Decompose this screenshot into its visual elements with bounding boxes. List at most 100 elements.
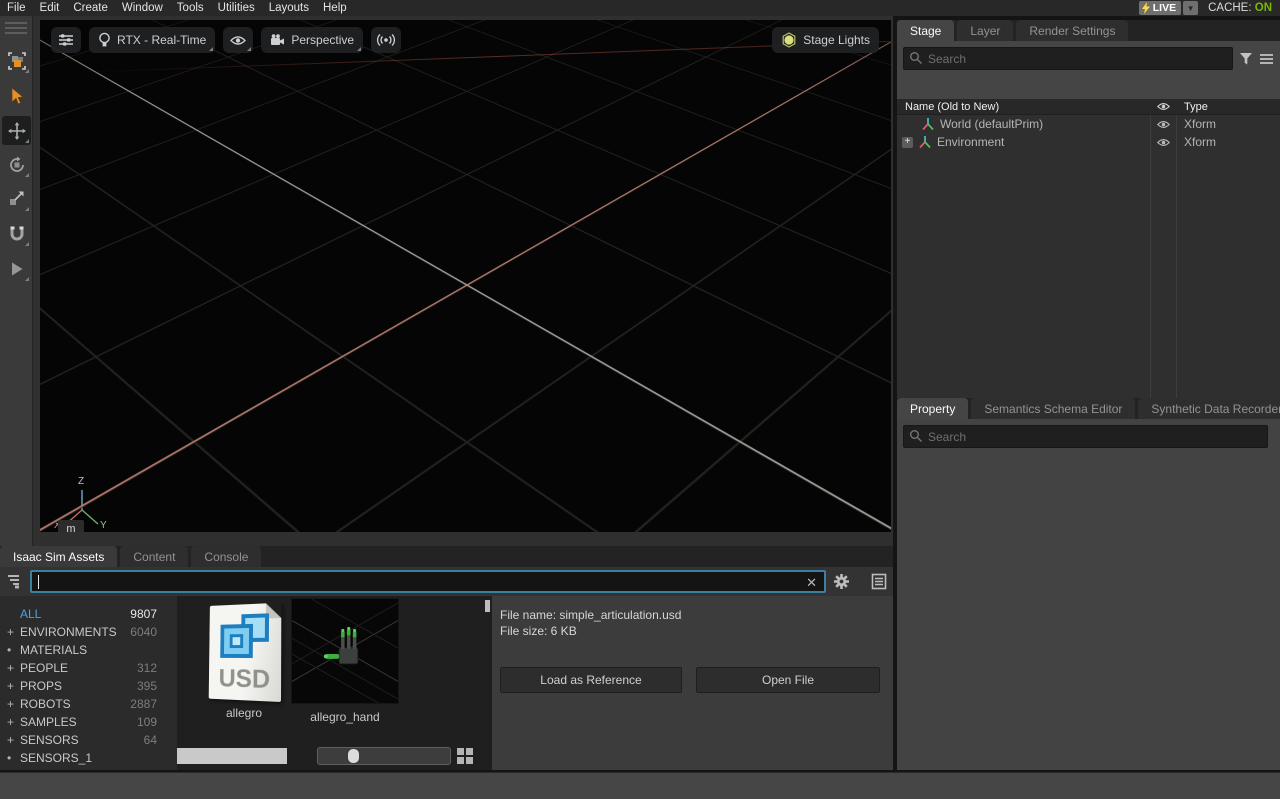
tab-semantics-schema-editor[interactable]: Semantics Schema Editor (971, 398, 1135, 419)
search-icon (909, 429, 923, 443)
tab-stage[interactable]: Stage (897, 20, 954, 41)
menu-tools[interactable]: Tools (170, 2, 211, 14)
file-name: File name: simple_articulation.usd (500, 608, 893, 622)
stage-search-input[interactable] (903, 47, 1233, 70)
scale-icon (8, 190, 25, 207)
column-visibility-header[interactable] (1150, 102, 1176, 111)
tree-row-environment[interactable]: + Environment Xfor (897, 133, 1280, 151)
options-menu-icon[interactable] (1259, 53, 1274, 65)
visibility-eye-icon[interactable] (1157, 138, 1170, 147)
selection-mode-icon (7, 51, 27, 71)
clear-search-icon[interactable]: ✕ (806, 575, 817, 591)
prim-name: World (defaultPrim) (940, 117, 1043, 131)
cache-status: CACHE: ON (1208, 2, 1272, 14)
grid-view-icon[interactable] (457, 748, 473, 764)
cursor-icon (9, 88, 25, 106)
renderer-selector[interactable]: RTX - Real-Time (89, 27, 215, 53)
category-props[interactable]: +PROPS395 (0, 677, 177, 695)
rotate-tool-button[interactable] (2, 150, 31, 179)
menu-layouts[interactable]: Layouts (262, 2, 316, 14)
category-sensors[interactable]: +SENSORS64 (0, 731, 177, 749)
assets-search-row: ✕ (0, 567, 893, 596)
category-sensors-1[interactable]: •SENSORS_1 (0, 749, 177, 767)
assets-tabbar: Isaac Sim Assets Content Console (0, 546, 893, 567)
tree-row-world[interactable]: World (defaultPrim) Xform (897, 115, 1280, 133)
play-icon (9, 261, 25, 277)
category-environments[interactable]: +ENVIRONMENTS6040 (0, 623, 177, 641)
sliders-icon (58, 33, 74, 47)
xform-icon (921, 117, 935, 131)
stage-lights-button[interactable]: Stage Lights (772, 27, 879, 53)
property-search (903, 425, 1268, 448)
selection-mode-button[interactable] (2, 46, 31, 75)
scale-tool-button[interactable] (2, 184, 31, 213)
property-tabbar: Property Semantics Schema Editor Synthet… (897, 398, 1280, 419)
property-panel (897, 419, 1280, 770)
eye-icon (230, 35, 246, 46)
menu-utilities[interactable]: Utilities (211, 2, 262, 14)
camera-selector[interactable]: Perspective (261, 27, 363, 53)
open-file-button[interactable]: Open File (696, 667, 880, 693)
tab-isaac-sim-assets[interactable]: Isaac Sim Assets (0, 546, 117, 567)
asset-tile-allegro[interactable]: USD allegro (189, 600, 299, 720)
prim-name: Environment (937, 135, 1004, 149)
stage-lights-label: Stage Lights (803, 33, 870, 47)
viewport-visibility-button[interactable] (223, 27, 253, 53)
viewport-settings-button[interactable] (51, 27, 81, 53)
category-all[interactable]: ALL9807 (0, 605, 177, 623)
grid-vertical-scrollbar[interactable] (485, 600, 490, 612)
menu-file[interactable]: File (0, 2, 33, 14)
expand-button[interactable]: + (902, 137, 913, 148)
filter-icon[interactable] (1239, 52, 1253, 66)
category-people[interactable]: +PEOPLE312 (0, 659, 177, 677)
menu-edit[interactable]: Edit (33, 2, 67, 14)
filter-list-icon[interactable] (6, 573, 23, 590)
tab-property[interactable]: Property (897, 398, 968, 419)
stage-tree-header: Name (Old to New) Type (897, 99, 1280, 115)
grid-horizontal-scrollbar[interactable] (177, 748, 287, 764)
asset-tile-allegro-hand[interactable]: allegro_hand (290, 598, 400, 724)
tab-synthetic-data-recorder[interactable]: Synthetic Data Recorder (1138, 398, 1280, 419)
right-panel: Stage Layer Render Settings (897, 20, 1280, 770)
category-samples[interactable]: +SAMPLES109 (0, 713, 177, 731)
play-button[interactable] (2, 254, 31, 283)
gear-icon[interactable] (833, 573, 850, 590)
tab-content[interactable]: Content (120, 546, 188, 567)
column-type-header[interactable]: Type (1176, 101, 1280, 113)
column-name-header[interactable]: Name (Old to New) (897, 101, 1150, 113)
asset-grid: USD allegro (177, 596, 492, 770)
thumbnail-size-slider[interactable] (317, 747, 451, 765)
category-robots[interactable]: +ROBOTS2887 (0, 695, 177, 713)
tab-layer[interactable]: Layer (957, 20, 1013, 41)
select-tool-button[interactable] (2, 82, 31, 111)
search-icon (909, 51, 923, 65)
snap-tool-button[interactable] (2, 219, 31, 248)
details-view-icon[interactable] (871, 573, 887, 590)
menu-window[interactable]: Window (115, 2, 170, 14)
asset-label: allegro (189, 706, 299, 720)
property-search-input[interactable] (903, 425, 1268, 448)
visibility-eye-icon[interactable] (1157, 120, 1170, 129)
tab-console[interactable]: Console (191, 546, 261, 567)
live-sync-button[interactable]: LIVE (1139, 1, 1181, 15)
live-dropdown-button[interactable]: ▼ (1183, 1, 1198, 15)
move-tool-button[interactable] (2, 116, 31, 145)
menu-help[interactable]: Help (316, 2, 354, 14)
stage-search (903, 47, 1233, 70)
magnet-icon (8, 225, 26, 243)
viewport-3d[interactable]: RTX - Real-Time Perspective (40, 20, 891, 532)
asset-details: File name: simple_articulation.usd File … (492, 596, 893, 770)
broadcast-button[interactable] (371, 27, 401, 53)
menu-create[interactable]: Create (66, 2, 115, 14)
slider-handle[interactable] (348, 749, 359, 763)
menu-bar: File Edit Create Window Tools Utilities … (0, 0, 1280, 16)
ground-grid (40, 20, 891, 285)
tab-render-settings[interactable]: Render Settings (1016, 20, 1128, 41)
units-indicator[interactable]: m (58, 520, 84, 532)
camera-icon (270, 34, 285, 46)
load-as-reference-button[interactable]: Load as Reference (500, 667, 682, 693)
toolbar-grip[interactable] (5, 22, 27, 37)
assets-search-input[interactable]: ✕ (30, 570, 826, 593)
category-materials[interactable]: •MATERIALS (0, 641, 177, 659)
stage-tabbar: Stage Layer Render Settings (897, 20, 1280, 41)
